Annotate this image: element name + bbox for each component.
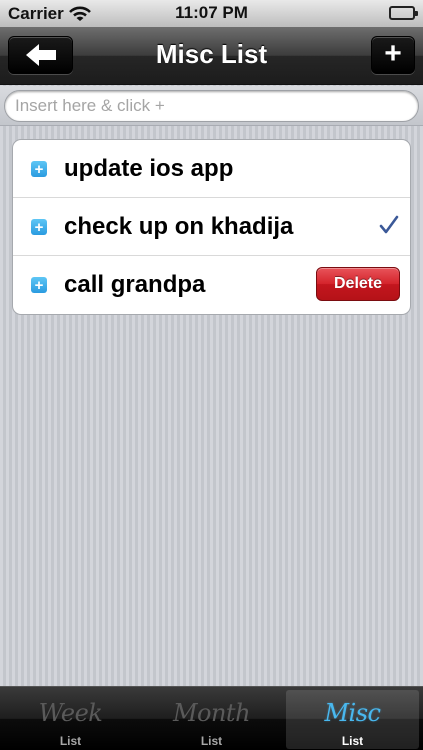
tab-month-label: List	[200, 734, 223, 748]
nav-bar: Misc List +	[0, 27, 423, 85]
wifi-icon	[68, 6, 91, 21]
tab-month-script: Month	[172, 699, 251, 727]
carrier-name: Carrier	[8, 3, 64, 23]
delete-button[interactable]: Delete	[316, 267, 400, 301]
list-item[interactable]: + update ios app	[13, 140, 410, 198]
tab-misc-label: List	[341, 734, 364, 748]
list-item-label: update ios app	[64, 155, 234, 182]
insert-input[interactable]	[4, 90, 419, 122]
battery-icon	[389, 6, 418, 20]
misc-list: + update ios app + check up on khadija +…	[12, 139, 411, 315]
add-button[interactable]: +	[371, 36, 415, 74]
checkmark-icon	[379, 215, 399, 234]
status-bar: Carrier 11:07 PM	[0, 0, 423, 27]
list-item-label: check up on khadija	[64, 213, 294, 240]
tab-week-list[interactable]: Week List	[0, 687, 141, 750]
plus-square-icon[interactable]: +	[31, 219, 47, 235]
tab-misc-script: Misc	[324, 699, 381, 727]
carrier-group: Carrier	[8, 4, 91, 24]
plus-square-icon[interactable]: +	[31, 161, 47, 177]
insert-bar	[0, 86, 423, 126]
tab-week-script: Week	[38, 699, 103, 727]
list-item[interactable]: + check up on khadija	[13, 198, 410, 256]
tab-bar: Week List Month List Misc List	[0, 686, 423, 750]
tab-misc-list[interactable]: Misc List	[286, 690, 419, 749]
tab-month-list[interactable]: Month List	[141, 687, 282, 750]
plus-icon: +	[384, 37, 402, 70]
plus-square-icon[interactable]: +	[31, 277, 47, 293]
list-item[interactable]: + call grandpa Delete	[13, 256, 410, 314]
list-item-label: call grandpa	[64, 271, 206, 298]
tab-week-label: List	[59, 734, 82, 748]
page-title: Misc List	[155, 39, 268, 69]
